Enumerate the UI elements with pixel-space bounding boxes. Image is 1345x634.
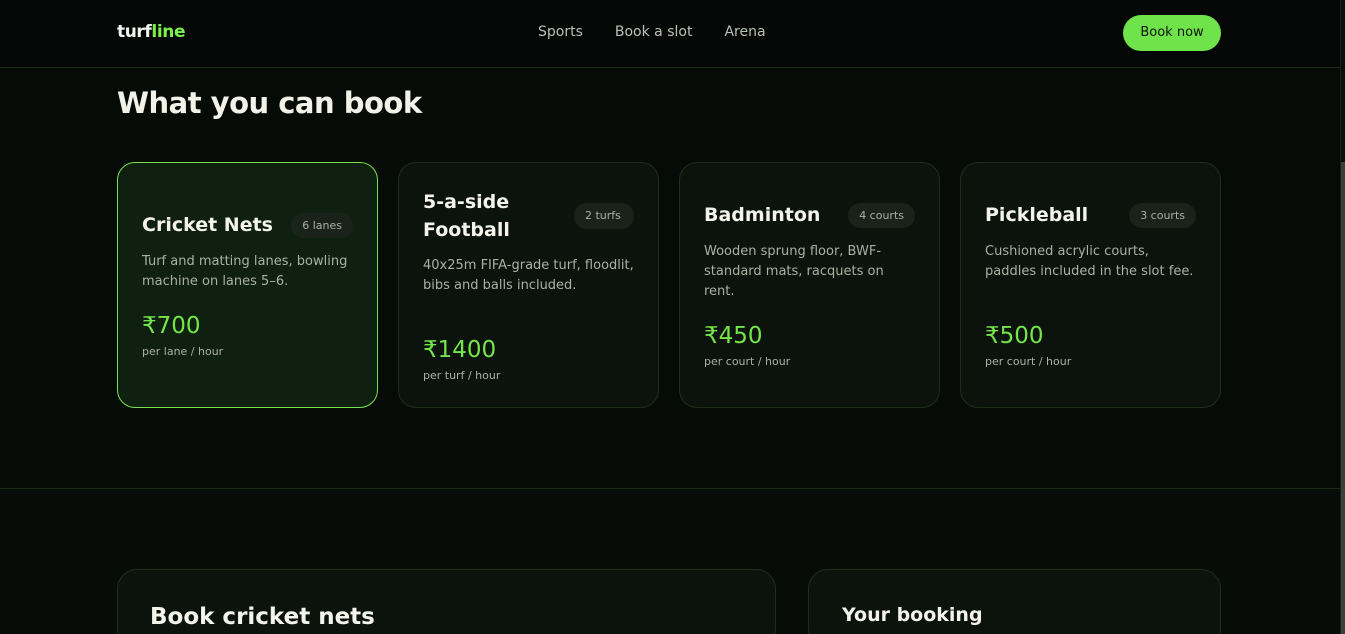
capacity-badge: 4 courts [848, 202, 915, 228]
card-title: 5-a-side Football [423, 191, 510, 241]
nav-link-book-a-slot[interactable]: Book a slot [615, 24, 693, 40]
card-description: Turf and matting lanes, bowling machine … [142, 254, 348, 289]
card-price-unit: per lane / hour [142, 345, 224, 358]
logo-accent: line [151, 22, 186, 42]
site-header: turfline Sports Book a slot Arena Book n… [0, 0, 1340, 68]
card-price: ₹700 [142, 313, 201, 339]
nav-link-sports[interactable]: Sports [538, 24, 583, 40]
card-description: Cushioned acrylic courts, paddles includ… [985, 244, 1194, 279]
card-price: ₹450 [704, 323, 763, 349]
logo[interactable]: turfline [117, 22, 186, 42]
card-price-unit: per turf / hour [423, 369, 501, 382]
card-description: 40x25m FIFA-grade turf, floodlit, bibs a… [423, 258, 634, 293]
card-description: Wooden sprung floor, BWF-standard mats, … [704, 244, 884, 299]
capacity-badge: 3 courts [1129, 202, 1196, 228]
sport-card-badminton[interactable]: Badminton 4 courts Wooden sprung floor, … [679, 162, 940, 408]
scrollbar[interactable] [1340, 0, 1345, 634]
card-price-unit: per court / hour [985, 355, 1072, 368]
nav-link-arena[interactable]: Arena [724, 24, 765, 40]
card-title: Pickleball [985, 204, 1089, 226]
sport-card-cricket-nets[interactable]: Cricket Nets 6 lanes Turf and matting la… [117, 162, 378, 408]
capacity-badge: 2 turfs [574, 203, 634, 229]
card-price: ₹500 [985, 323, 1044, 349]
booking-summary-title: Your booking [842, 604, 983, 626]
card-title: Badminton [704, 204, 821, 226]
sport-card-pickleball[interactable]: Pickleball 3 courts Cushioned acrylic co… [960, 162, 1221, 408]
capacity-badge: 6 lanes [291, 212, 353, 238]
section-title: What you can book [117, 86, 422, 120]
card-price-unit: per court / hour [704, 355, 791, 368]
main-nav: Sports Book a slot Arena [538, 24, 798, 40]
booking-form-title: Book cricket nets [150, 604, 375, 630]
scrollbar-thumb[interactable] [1341, 162, 1345, 634]
booking-summary-panel: Your booking [808, 569, 1221, 634]
sport-card-football[interactable]: 5-a-side Football 2 turfs 40x25m FIFA-gr… [398, 162, 659, 408]
book-now-button[interactable]: Book now [1123, 15, 1221, 51]
booking-form-panel: Book cricket nets [117, 569, 776, 634]
card-title: Cricket Nets [142, 214, 273, 236]
card-price: ₹1400 [423, 337, 497, 363]
logo-main: turf [117, 22, 152, 42]
